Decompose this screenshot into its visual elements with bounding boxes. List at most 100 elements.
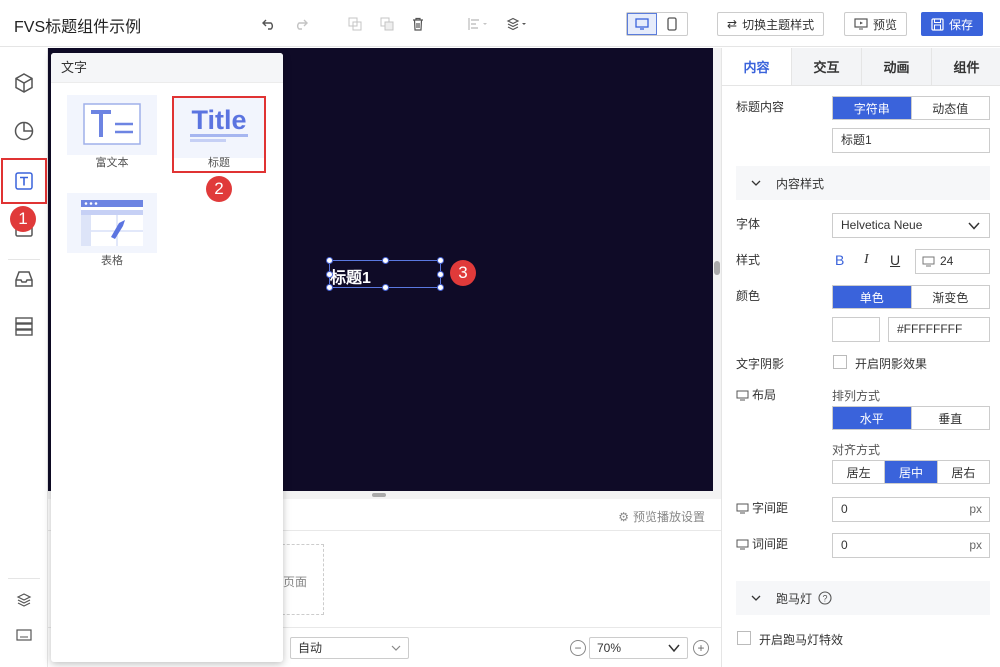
title-text-input[interactable]: 标题1 (832, 128, 990, 153)
tab-content[interactable]: 内容 (722, 48, 792, 85)
rail-text[interactable] (1, 158, 47, 204)
canvas-scrollbar[interactable] (713, 48, 721, 491)
title-widget-text: 标题1 (330, 270, 371, 287)
resize-handle[interactable] (437, 257, 444, 264)
chevron-down-icon (391, 645, 401, 651)
keyboard-icon (16, 629, 32, 641)
align-right-option[interactable]: 居右 (938, 461, 989, 483)
color-mode-toggle: 单色 渐变色 (832, 285, 990, 309)
rail-data[interactable] (0, 303, 48, 349)
step-badge-2: 2 (206, 176, 232, 202)
color-swatch[interactable] (832, 317, 880, 342)
resize-handle[interactable] (326, 257, 333, 264)
copy-icon[interactable] (345, 14, 365, 34)
preview-settings-link[interactable]: ⚙ 预览播放设置 (618, 508, 705, 525)
horizontal-option[interactable]: 水平 (833, 407, 912, 429)
resize-handle[interactable] (382, 257, 389, 264)
component-panel-header: 文字 (51, 53, 283, 83)
server-icon (15, 317, 33, 336)
string-option[interactable]: 字符串 (833, 97, 912, 119)
gradient-option[interactable]: 渐变色 (912, 286, 990, 308)
shadow-checkbox[interactable] (833, 355, 847, 369)
svg-text:?: ? (823, 594, 828, 604)
monitor-icon (635, 18, 649, 30)
title-content-toggle: 字符串 动态值 (832, 96, 990, 120)
color-label: 颜色 (736, 289, 761, 303)
text-icon (15, 172, 33, 190)
resize-handle[interactable] (382, 284, 389, 291)
redo-icon[interactable] (291, 14, 311, 34)
letter-spacing-input[interactable]: 0 px (832, 497, 990, 522)
component-label: 富文本 (95, 157, 129, 169)
align-left-option[interactable]: 居左 (833, 461, 886, 483)
left-rail (0, 48, 48, 667)
word-spacing-input[interactable]: 0 px (832, 533, 990, 558)
underline-button[interactable]: U (890, 252, 900, 268)
layer-dropdown-icon[interactable] (505, 14, 529, 34)
font-size-input[interactable]: 24 (915, 249, 990, 274)
undo-icon[interactable] (259, 14, 279, 34)
save-button[interactable]: 保存 (921, 12, 984, 36)
rail-3d-component[interactable] (0, 60, 48, 106)
rich-text-icon (83, 103, 141, 145)
desktop-view-button[interactable] (627, 13, 657, 35)
align-label: 对齐方式 (832, 443, 881, 457)
resize-handle[interactable] (326, 284, 333, 291)
dynamic-value-option[interactable]: 动态值 (912, 97, 990, 119)
font-label: 字体 (736, 217, 761, 231)
tab-animation[interactable]: 动画 (862, 48, 932, 85)
zoom-in-button[interactable]: + (693, 640, 709, 656)
font-select[interactable]: Helvetica Neue (832, 213, 990, 238)
chevron-down-icon (751, 180, 761, 186)
layers-icon (16, 593, 32, 607)
preview-button[interactable]: 预览 (844, 12, 908, 36)
content-style-section[interactable]: 内容样式 (736, 166, 990, 200)
arrange-label: 排列方式 (832, 389, 881, 403)
word-spacing-label: 词间距 (736, 535, 788, 552)
top-bar: FVS标题组件示例 ⇄ 切换主题样式 预览 保存 (0, 0, 1000, 47)
monitor-icon (736, 390, 749, 401)
marquee-checkbox[interactable] (737, 631, 751, 645)
save-icon (931, 17, 944, 31)
align-dropdown-icon[interactable] (466, 14, 490, 34)
app-title: FVS标题组件示例 (14, 19, 142, 36)
align-center-option[interactable]: 居中 (885, 461, 938, 483)
rail-chart[interactable] (0, 108, 48, 154)
color-hex-input[interactable]: #FFFFFFFF (888, 317, 990, 342)
chevron-down-icon (668, 644, 680, 653)
mobile-view-button[interactable] (657, 13, 687, 35)
help-icon[interactable]: ? (818, 591, 832, 605)
rail-container[interactable] (0, 256, 48, 302)
arrange-toggle: 水平 垂直 (832, 406, 990, 430)
fit-mode-select[interactable]: 自动 (290, 637, 409, 659)
switch-icon: ⇄ (727, 17, 738, 31)
zoom-out-button[interactable]: − (570, 640, 586, 656)
title-widget[interactable]: 标题1 (326, 257, 444, 291)
gear-icon: ⚙ (618, 509, 629, 524)
paste-icon[interactable] (377, 14, 397, 34)
resize-handle[interactable] (437, 271, 444, 278)
component-table[interactable] (67, 193, 157, 253)
delete-icon[interactable] (408, 14, 428, 34)
bold-button[interactable]: B (835, 252, 844, 268)
properties-panel: 内容 交互 动画 组件 标题内容 字符串 动态值 标题1 内容样式 字体 Hel… (721, 48, 1000, 667)
letter-spacing-label: 字间距 (736, 499, 788, 516)
monitor-icon (736, 539, 749, 550)
rail-layers[interactable] (0, 585, 48, 615)
zoom-select[interactable]: 70% (589, 637, 688, 659)
solid-color-option[interactable]: 单色 (833, 286, 912, 308)
resize-handle[interactable] (437, 284, 444, 291)
tab-component[interactable]: 组件 (932, 48, 1000, 85)
rail-keyboard[interactable] (0, 620, 48, 650)
resize-handle[interactable] (326, 271, 333, 278)
component-rich-text[interactable] (67, 95, 157, 155)
switch-theme-button[interactable]: ⇄ 切换主题样式 (717, 12, 825, 36)
vertical-option[interactable]: 垂直 (912, 407, 990, 429)
table-icon (81, 200, 143, 246)
preview-icon (854, 18, 868, 30)
tab-interaction[interactable]: 交互 (792, 48, 862, 85)
component-panel: 文字 富文本 Title 标题 表格 (51, 53, 283, 662)
marquee-section[interactable]: 跑马灯 ? (736, 581, 990, 615)
style-label: 样式 (736, 253, 761, 267)
italic-button[interactable]: I (864, 252, 869, 268)
